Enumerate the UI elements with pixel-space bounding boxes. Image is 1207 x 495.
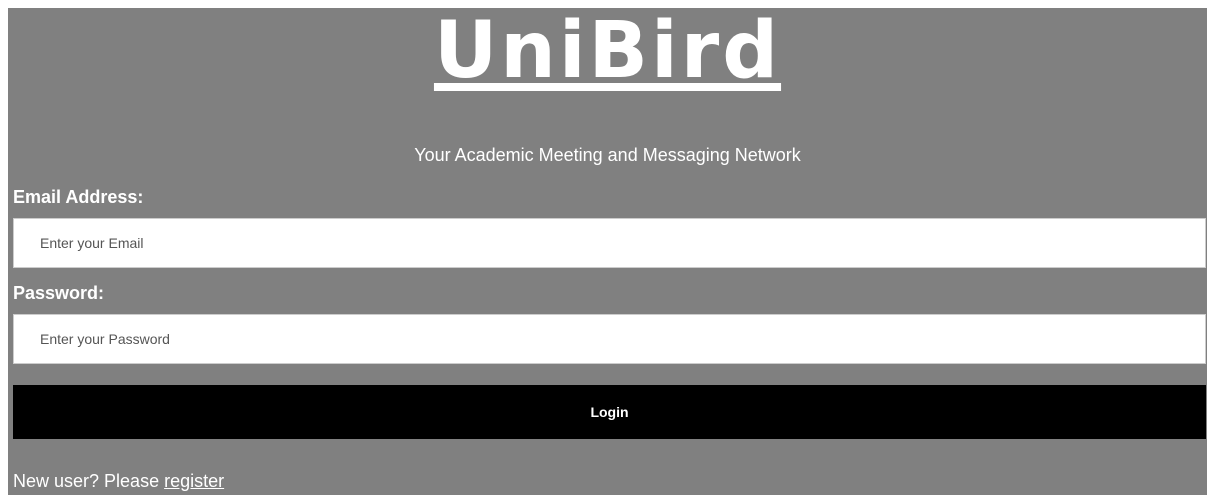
logo-container: UniBird xyxy=(8,8,1207,94)
login-button[interactable]: Login xyxy=(13,385,1206,439)
password-label: Password: xyxy=(13,283,105,303)
email-label: Email Address: xyxy=(13,187,144,207)
register-link[interactable]: register xyxy=(164,471,224,491)
register-prompt: New user? Please register xyxy=(13,470,224,492)
unibird-logo: UniBird xyxy=(433,8,782,96)
tagline: Your Academic Meeting and Messaging Netw… xyxy=(414,145,801,165)
email-field[interactable] xyxy=(13,218,1206,268)
register-prompt-text: New user? Please xyxy=(13,471,160,491)
password-field[interactable] xyxy=(13,314,1206,364)
login-page: UniBird Your Academic Meeting and Messag… xyxy=(8,8,1207,495)
